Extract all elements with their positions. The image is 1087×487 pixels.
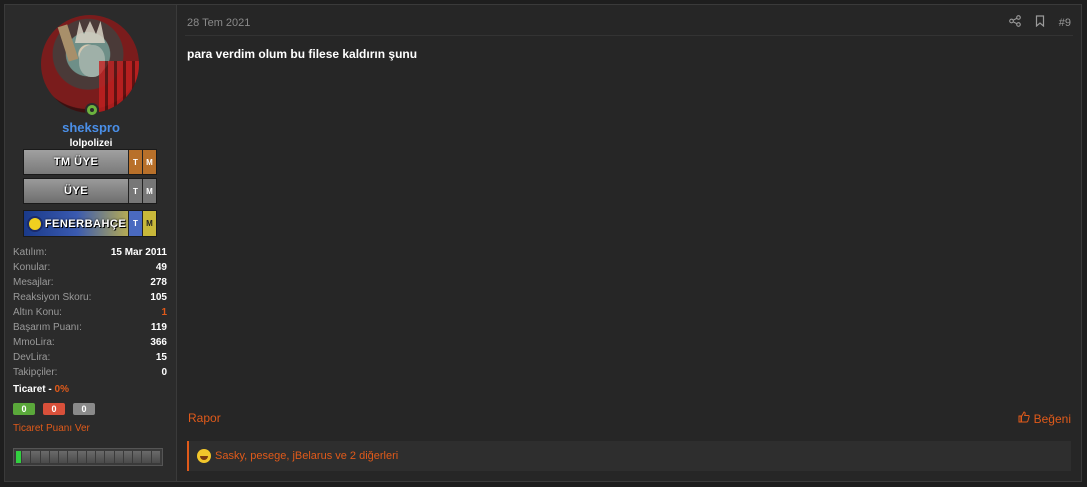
trade-label: Ticaret <box>13 384 46 395</box>
trade-score: Ticaret - 0% <box>13 384 69 395</box>
progress-cell <box>142 451 151 463</box>
progress-cell-filled <box>16 451 21 463</box>
level-progress-bar <box>13 448 163 466</box>
progress-cell <box>105 451 114 463</box>
stat-label: Katılım: <box>13 247 47 258</box>
banner-t-tag: T <box>128 150 142 174</box>
online-status-icon <box>85 103 99 117</box>
banner-t-tag: T <box>128 211 142 236</box>
share-icon[interactable] <box>1008 15 1021 30</box>
stat-label: MmoLira: <box>13 337 55 348</box>
stat-row: Reaksiyon Skoru: 105 <box>13 290 167 305</box>
user-banner-uye: ÜYE T M <box>23 178 157 204</box>
banner-label: TM ÜYE <box>53 156 99 168</box>
stat-value: 105 <box>150 292 167 303</box>
stat-label: Reaksiyon Skoru: <box>13 292 92 303</box>
stat-row: Katılım: 15 Mar 2011 <box>13 245 167 260</box>
banner-label: FENERBAHÇE <box>44 217 127 230</box>
progress-cell <box>133 451 142 463</box>
stat-row: Takipçiler: 0 <box>13 365 167 380</box>
trade-negative-badge[interactable]: 0 <box>43 403 65 415</box>
post-number-link[interactable]: #9 <box>1059 17 1071 29</box>
banner-m-tag: M <box>142 179 156 203</box>
trade-neutral-badge[interactable]: 0 <box>73 403 95 415</box>
stat-label: Altın Konu: <box>13 307 62 318</box>
post-date[interactable]: 28 Tem 2021 <box>187 17 250 29</box>
progress-cell <box>49 451 59 463</box>
stat-value: 0 <box>161 367 167 378</box>
report-link[interactable]: Rapor <box>188 411 221 425</box>
reactions-bar[interactable]: Sasky, pesege, jBelarus ve 2 diğerleri <box>187 441 1071 471</box>
progress-cell <box>77 451 86 463</box>
stat-value: 49 <box>155 262 167 273</box>
user-stats: Katılım: 15 Mar 2011 Konular: 49 Mesajlar:… <box>13 245 167 380</box>
fenerbahce-logo-icon <box>27 215 43 232</box>
trade-badges: 0 0 0 <box>13 403 95 415</box>
stat-row: Altın Konu: 1 <box>13 305 167 320</box>
user-banner-tm-uye: TM ÜYE T M <box>23 149 157 175</box>
progress-cell <box>31 451 40 463</box>
stat-label: Takipçiler: <box>13 367 58 378</box>
post-content: para verdim olum bu filese kaldırın şunu <box>187 47 418 61</box>
banner-m-tag: M <box>142 150 156 174</box>
bookmark-icon[interactable] <box>1035 15 1045 30</box>
stat-row: Konular: 49 <box>13 260 167 275</box>
thumbs-up-icon <box>1018 411 1030 426</box>
user-sidebar: shekspro lolpolizei TM ÜYE T M ÜYE T M F… <box>5 5 177 481</box>
give-trade-rating-link[interactable]: Ticaret Puanı Ver <box>13 423 90 434</box>
avatar-crown <box>75 21 105 43</box>
laughing-emoji-icon <box>197 449 211 463</box>
progress-cell <box>123 451 133 463</box>
stat-row: Başarım Puanı: 119 <box>13 320 167 335</box>
like-label: Beğeni <box>1033 411 1071 426</box>
banner-label: ÜYE <box>63 185 89 197</box>
post-main: 28 Tem 2021 #9 para verdim olum bu files… <box>177 5 1081 481</box>
progress-cell <box>22 451 31 463</box>
stat-value: 15 <box>155 352 167 363</box>
avatar-torch <box>57 24 79 62</box>
avatar[interactable] <box>41 15 139 113</box>
banner-m-tag: M <box>142 211 156 236</box>
progress-cell <box>59 451 68 463</box>
stat-value: 15 Mar 2011 <box>110 247 167 258</box>
post-header-actions: #9 <box>1008 15 1071 30</box>
trade-percent: 0% <box>54 384 69 395</box>
banner-t-tag: T <box>128 179 142 203</box>
stat-value: 278 <box>150 277 167 288</box>
progress-cell <box>96 451 105 463</box>
header-divider <box>185 35 1073 36</box>
stat-label: Konular: <box>13 262 51 273</box>
progress-cell <box>86 451 96 463</box>
trade-positive-badge[interactable]: 0 <box>13 403 35 415</box>
progress-cell <box>114 451 123 463</box>
stat-label: Başarım Puanı: <box>13 322 82 333</box>
message-post: shekspro lolpolizei TM ÜYE T M ÜYE T M F… <box>4 4 1082 482</box>
trade-separator: - <box>48 384 52 395</box>
progress-cell <box>68 451 77 463</box>
user-title: lolpolizei <box>69 138 113 149</box>
avatar-city <box>99 61 139 113</box>
stat-row: MmoLira: 366 <box>13 335 167 350</box>
progress-cell <box>40 451 49 463</box>
stat-row: Mesajlar: 278 <box>13 275 167 290</box>
stat-label: Mesajlar: <box>13 277 54 288</box>
stat-value: 1 <box>161 307 167 318</box>
stat-label: DevLira: <box>13 352 51 363</box>
stat-row: DevLira: 15 <box>13 350 167 365</box>
progress-cell <box>151 451 160 463</box>
stat-value: 366 <box>150 337 167 348</box>
like-button[interactable]: Beğeni <box>1018 411 1071 426</box>
stat-value: 119 <box>150 322 167 333</box>
username-link[interactable]: shekspro <box>5 120 177 135</box>
user-banner-fenerbahce: FENERBAHÇE T M <box>23 210 157 237</box>
reactions-list[interactable]: Sasky, pesege, jBelarus ve 2 diğerleri <box>215 450 398 462</box>
